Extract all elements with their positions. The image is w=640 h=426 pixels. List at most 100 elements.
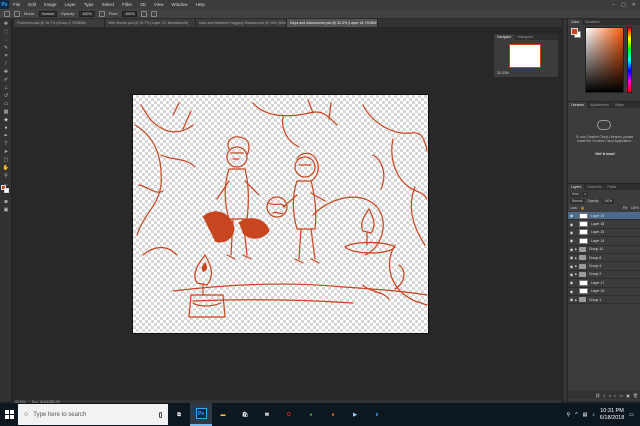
visibility-eye-icon[interactable]: ◉ [568, 272, 575, 277]
eraser-tool-icon[interactable]: ▭ [2, 100, 10, 107]
tab-navigator[interactable]: Navigator [494, 34, 515, 40]
brush-preset-icon[interactable] [4, 10, 10, 17]
color-picker-field[interactable] [585, 27, 624, 93]
gradient-tool-icon[interactable]: ▦ [2, 108, 10, 115]
people-icon[interactable]: ⚲ [567, 412, 571, 418]
hand-tool-icon[interactable]: ✋ [2, 164, 10, 171]
document-canvas[interactable] [133, 95, 428, 333]
menu-select[interactable]: Select [98, 2, 119, 7]
taskbar-opera[interactable]: O [278, 403, 300, 426]
zoom-tool-icon[interactable]: ⚲ [2, 172, 10, 179]
visibility-eye-icon[interactable]: ◉ [568, 255, 575, 260]
layer-row[interactable]: ◉ Layer 17 [568, 279, 640, 288]
mask-icon[interactable]: ◑ [609, 393, 611, 398]
airbrush-icon[interactable] [141, 10, 148, 17]
network-icon[interactable]: ▤ [583, 412, 588, 418]
tab-libraries[interactable]: Libraries [568, 102, 588, 108]
quick-select-tool-icon[interactable]: ✎ [2, 44, 10, 51]
visibility-eye-icon[interactable]: ◉ [568, 297, 575, 302]
layer-group-row[interactable]: ◉ ▶ Group 1 [568, 296, 640, 305]
taskbar-mail[interactable]: ✉ [256, 403, 278, 426]
menu-help[interactable]: Help [192, 2, 209, 7]
tab-histogram[interactable]: Histogram [515, 34, 536, 40]
visibility-eye-icon[interactable]: ◉ [568, 247, 575, 252]
crop-tool-icon[interactable]: ⌗ [2, 52, 10, 59]
pen-tool-icon[interactable]: ✒ [2, 132, 10, 139]
adjustment-icon[interactable]: ◐ [614, 393, 616, 398]
foreground-color-chip[interactable] [571, 28, 578, 35]
taskbar-search[interactable]: ○ Type here to search [18, 404, 168, 425]
navigator-zoom[interactable]: 33.33% [497, 71, 509, 75]
fill-input[interactable]: 100% [631, 206, 639, 211]
layer-group-row[interactable]: ◉ ▶ Group 2 [568, 271, 640, 280]
brush-tool-icon[interactable]: ✐ [2, 76, 10, 83]
visibility-eye-icon[interactable]: ◉ [568, 213, 575, 218]
tab-styles[interactable]: Styles [612, 102, 627, 108]
layer-row[interactable]: ◉ Layer 15 [568, 229, 640, 238]
visibility-eye-icon[interactable]: ◉ [568, 289, 575, 294]
menu-filter[interactable]: Filter [118, 2, 136, 7]
tab-color[interactable]: Color [568, 19, 583, 25]
menu-layer[interactable]: Layer [61, 2, 80, 7]
move-tool-icon[interactable]: ✥ [2, 20, 10, 27]
taskbar-file-explorer[interactable]: ▬ [212, 403, 234, 426]
blend-mode-select[interactable]: Normal [570, 199, 585, 204]
taskbar-photoshop[interactable]: Ps [190, 403, 212, 426]
link-icon[interactable]: ⛓ [595, 393, 600, 398]
new-layer-icon[interactable]: ▣ [626, 393, 630, 398]
tab-layers[interactable]: Layers [568, 184, 585, 190]
tab-document-3[interactable]: Kate and Madeline Hugging Shadow.psd @ 2… [196, 19, 287, 27]
layer-group-row[interactable]: ◉ ▶ Group 10 [568, 246, 640, 254]
taskbar-firefox[interactable]: ● [322, 403, 344, 426]
lock-icon[interactable]: 🔒 [581, 206, 585, 211]
close-icon[interactable]: ✕ [632, 2, 636, 8]
healing-tool-icon[interactable]: ✚ [2, 68, 10, 75]
flow-input[interactable]: 100% [122, 10, 138, 17]
shape-tool-icon[interactable]: ▢ [2, 156, 10, 163]
layer-row[interactable]: ◉ Layer 19 [568, 212, 640, 221]
get-it-now-link[interactable]: Get it now! [590, 152, 620, 156]
mode-select[interactable]: Normal [39, 10, 57, 17]
layer-kind-filter[interactable]: Kind [570, 192, 581, 197]
menu-edit[interactable]: Edit [24, 2, 40, 7]
visibility-eye-icon[interactable]: ◉ [568, 280, 575, 285]
dodge-tool-icon[interactable]: ● [2, 124, 10, 131]
navigator-thumbnail[interactable] [509, 44, 541, 68]
photoshop-logo[interactable]: Ps [0, 0, 9, 9]
blur-tool-icon[interactable]: ◆ [2, 116, 10, 123]
taskbar-task-view[interactable]: ⧉ [168, 403, 190, 426]
path-select-tool-icon[interactable]: ➤ [2, 148, 10, 155]
screen-mode-icon[interactable]: ▣ [2, 206, 10, 213]
taskbar-media[interactable]: ▶ [344, 403, 366, 426]
pressure-size-icon[interactable] [151, 10, 158, 17]
minimize-icon[interactable]: – [612, 2, 615, 8]
menu-3d[interactable]: 3D [136, 2, 150, 7]
layer-group-row[interactable]: ◉ ▶ Group 8 [568, 254, 640, 263]
opacity-input[interactable]: 100% [79, 10, 95, 17]
tab-channels[interactable]: Channels [584, 184, 604, 190]
taskbar-store[interactable]: 🛍 [234, 403, 256, 426]
layer-opacity-input[interactable]: 100% [601, 199, 615, 204]
stamp-tool-icon[interactable]: ⊥ [2, 84, 10, 91]
visibility-eye-icon[interactable]: ◉ [568, 264, 575, 269]
start-button[interactable] [0, 403, 18, 426]
clock[interactable]: 10:31 PM 6/18/2018 [600, 408, 624, 422]
layer-row[interactable]: ◉ Layer 14 [568, 237, 640, 246]
menu-window[interactable]: Window [168, 2, 192, 7]
taskbar-ie[interactable]: e [366, 403, 388, 426]
trash-icon[interactable]: 🗑 [633, 393, 638, 398]
chevron-up-icon[interactable]: ^ [575, 412, 577, 418]
layer-row[interactable]: ◉ Layer 16 [568, 288, 640, 296]
quick-mask-icon[interactable]: ◙ [2, 198, 10, 205]
menu-view[interactable]: View [150, 2, 168, 7]
notifications-icon[interactable]: ▭ [629, 412, 634, 418]
menu-type[interactable]: Type [80, 2, 98, 7]
folder-icon[interactable]: ▭ [619, 393, 623, 398]
visibility-eye-icon[interactable]: ◉ [568, 238, 575, 243]
tab-document-1[interactable]: Flowerina.psd @ 16.7% (Group 2, RGB/8#) [14, 19, 105, 27]
tab-paths[interactable]: Paths [605, 184, 620, 190]
tab-document-active[interactable]: Kaya and Islamouche.psd @ 33.3% (Layer 1… [287, 19, 378, 27]
tab-swatches[interactable]: Swatches [582, 19, 603, 25]
tab-adjustments[interactable]: Adjustments [587, 102, 612, 108]
layer-row[interactable]: ◉ Layer 18 [568, 220, 640, 229]
